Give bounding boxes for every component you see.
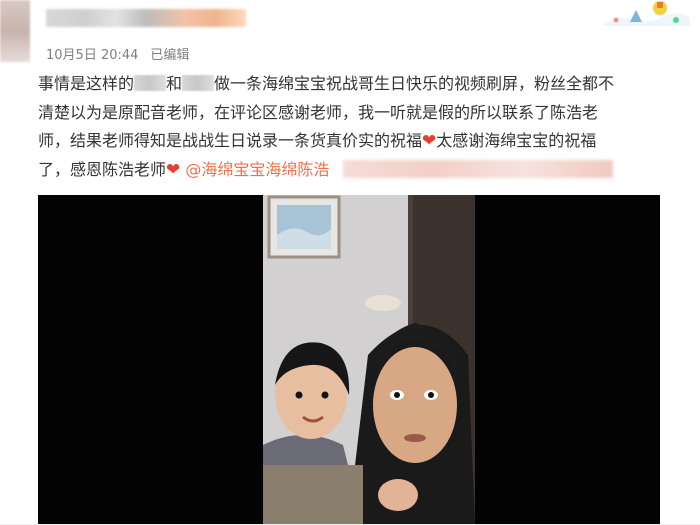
- redacted-name-2: [182, 75, 215, 91]
- post-line-2: 清楚以为是原配音老师，在评论区感谢老师，我一听就是假的所以联系了陈浩老: [38, 102, 599, 122]
- video-player[interactable]: [38, 195, 660, 525]
- post-timestamp[interactable]: 10月5日 20:44: [46, 48, 138, 63]
- post-line-3: 师，结果老师得知是战战生日说录一条货真价实的祝福❤太感谢海绵宝宝的祝福: [38, 131, 597, 151]
- post-line-4: 了，感恩陈浩老师❤ @海绵宝宝海绵陈浩: [38, 156, 693, 185]
- avatar[interactable]: [0, 0, 30, 62]
- post-meta: 10月5日 20:44 已编辑: [46, 44, 189, 63]
- username-redacted[interactable]: [46, 9, 246, 27]
- video-frame-image: [263, 195, 475, 525]
- redacted-text: [343, 159, 614, 178]
- heart-emoji-icon: ❤: [422, 131, 437, 151]
- redacted-name-1: [134, 75, 167, 91]
- post-body: 事情是这样的和做一条海绵宝宝祝战哥生日快乐的视频刷屏，粉丝全都不 清楚以为是原配…: [38, 70, 693, 184]
- edited-label[interactable]: 已编辑: [150, 48, 189, 63]
- heart-emoji-icon: ❤: [166, 159, 181, 180]
- post-line-1: 事情是这样的和做一条海绵宝宝祝战哥生日快乐的视频刷屏，粉丝全都不: [38, 74, 615, 93]
- card-decoration-icon: [604, 1, 690, 26]
- mention-link[interactable]: @海绵宝宝海绵陈浩: [185, 160, 329, 179]
